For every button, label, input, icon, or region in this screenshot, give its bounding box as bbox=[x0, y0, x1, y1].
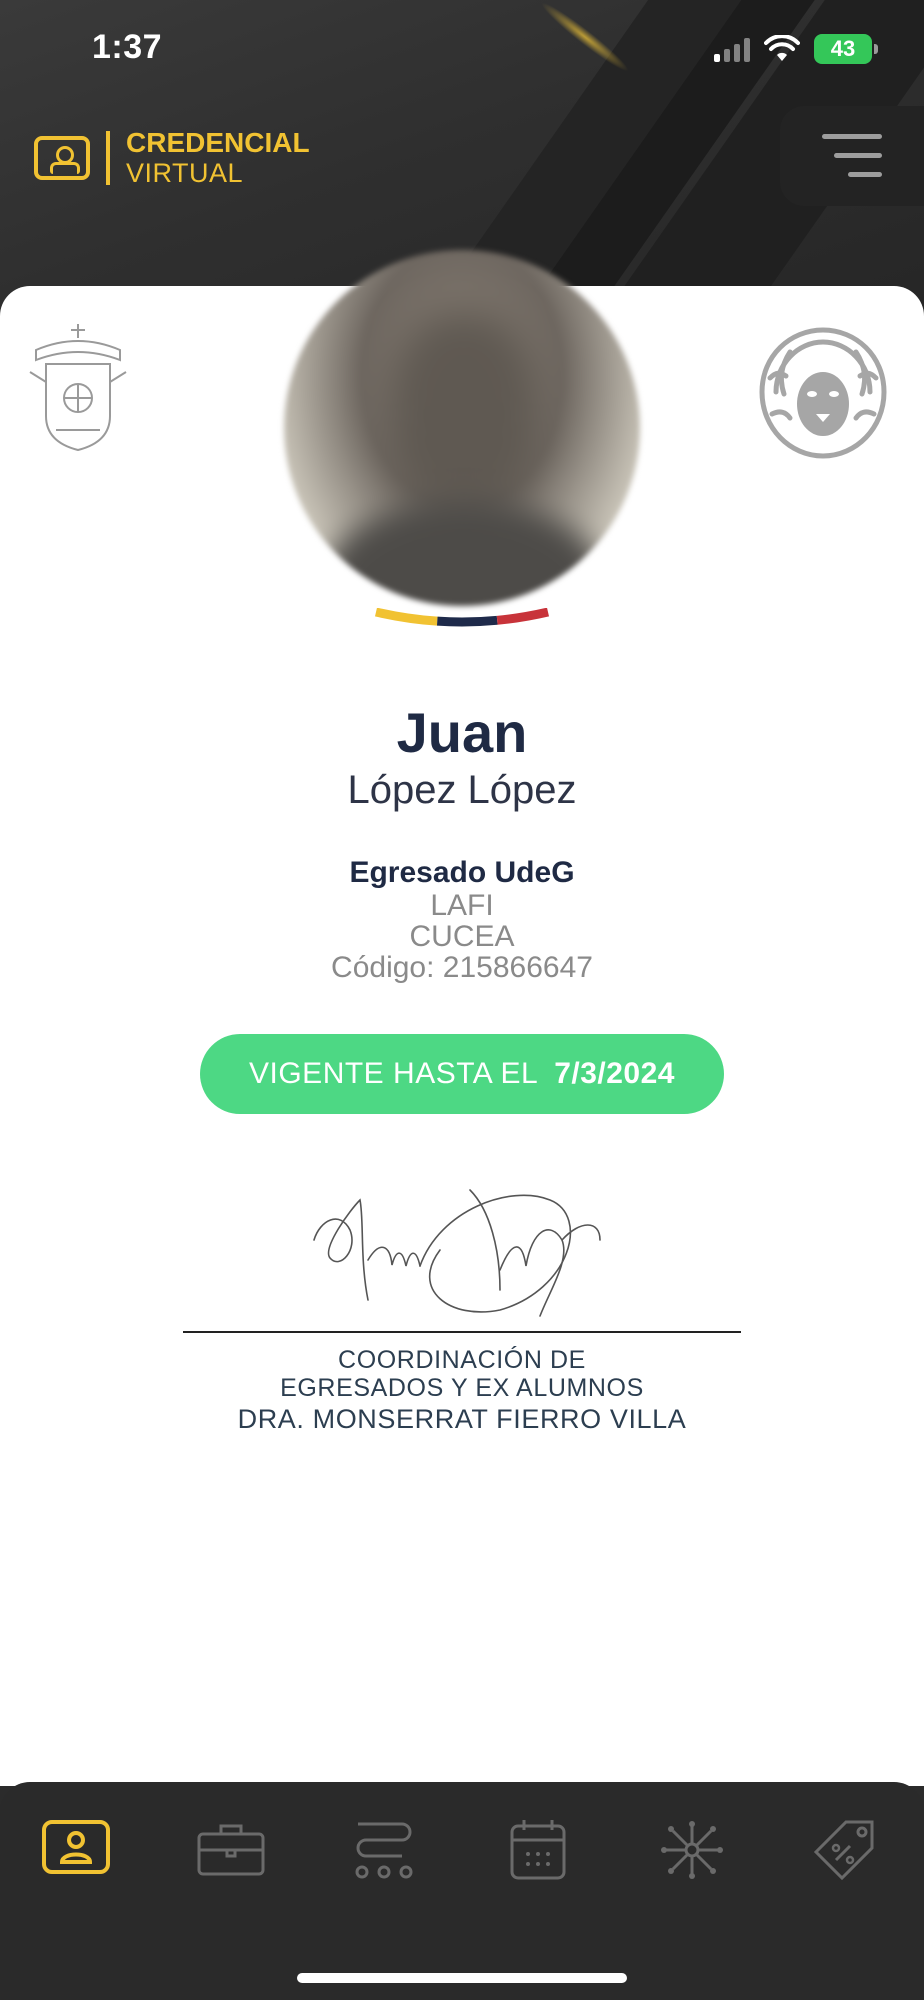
profile-photo bbox=[284, 250, 640, 606]
program-text: LAFI bbox=[430, 889, 494, 922]
validity-label: VIGENTE HASTA EL bbox=[249, 1057, 539, 1090]
university-seal-icon bbox=[29, 324, 127, 452]
brand-title: CREDENCIAL bbox=[126, 127, 310, 158]
battery-level: 43 bbox=[830, 36, 856, 61]
id-card-icon bbox=[42, 1820, 110, 1874]
signature-line bbox=[183, 1331, 741, 1333]
menu-button[interactable] bbox=[780, 106, 924, 206]
menu-icon bbox=[822, 134, 882, 139]
nav-network[interactable] bbox=[656, 1818, 728, 1882]
app-brand: CREDENCIAL VIRTUAL bbox=[34, 128, 310, 188]
briefcase-icon bbox=[197, 1824, 265, 1876]
student-code: Código: 215866647 bbox=[331, 951, 593, 984]
nav-discounts[interactable] bbox=[810, 1818, 882, 1882]
home-indicator bbox=[297, 1973, 627, 1983]
role-title: Egresado UdeG bbox=[349, 856, 575, 889]
nav-routes[interactable] bbox=[348, 1818, 420, 1882]
brand-subtitle: VIRTUAL bbox=[126, 158, 244, 188]
cellular-signal-icon bbox=[714, 36, 750, 62]
signatory-name: DRA. MONSERRAT FIERRO VILLA bbox=[237, 1404, 687, 1434]
wifi-icon bbox=[764, 35, 800, 61]
signature-image bbox=[313, 1189, 601, 1317]
bottom-navigation bbox=[0, 1782, 924, 2000]
signature-caption-line-2: EGRESADOS Y EX ALUMNOS bbox=[280, 1374, 644, 1402]
university-colors-bar bbox=[374, 608, 550, 627]
nav-jobs[interactable] bbox=[195, 1818, 267, 1882]
gold-light-streak bbox=[537, 0, 633, 77]
center-text: CUCEA bbox=[409, 920, 515, 953]
discount-tag-icon bbox=[813, 1820, 874, 1881]
network-icon bbox=[661, 1821, 723, 1879]
id-card-icon bbox=[34, 136, 90, 180]
nav-credential[interactable] bbox=[40, 1818, 112, 1882]
first-name: Juan bbox=[396, 701, 528, 764]
status-time: 1:37 bbox=[92, 28, 163, 66]
battery-indicator: 43 bbox=[814, 34, 878, 64]
validity-badge: VIGENTE HASTA EL 7/3/2024 bbox=[200, 1034, 724, 1114]
calendar-icon bbox=[510, 1820, 566, 1880]
lion-logo-icon bbox=[759, 327, 887, 459]
nav-calendar[interactable] bbox=[502, 1818, 574, 1882]
route-icon bbox=[355, 1822, 413, 1879]
last-name: López López bbox=[347, 768, 577, 812]
validity-date: 7/3/2024 bbox=[554, 1057, 675, 1090]
brand-divider bbox=[106, 131, 110, 185]
status-icons: 43 bbox=[714, 34, 878, 64]
signature-caption-line-1: COORDINACIÓN DE bbox=[338, 1346, 586, 1374]
